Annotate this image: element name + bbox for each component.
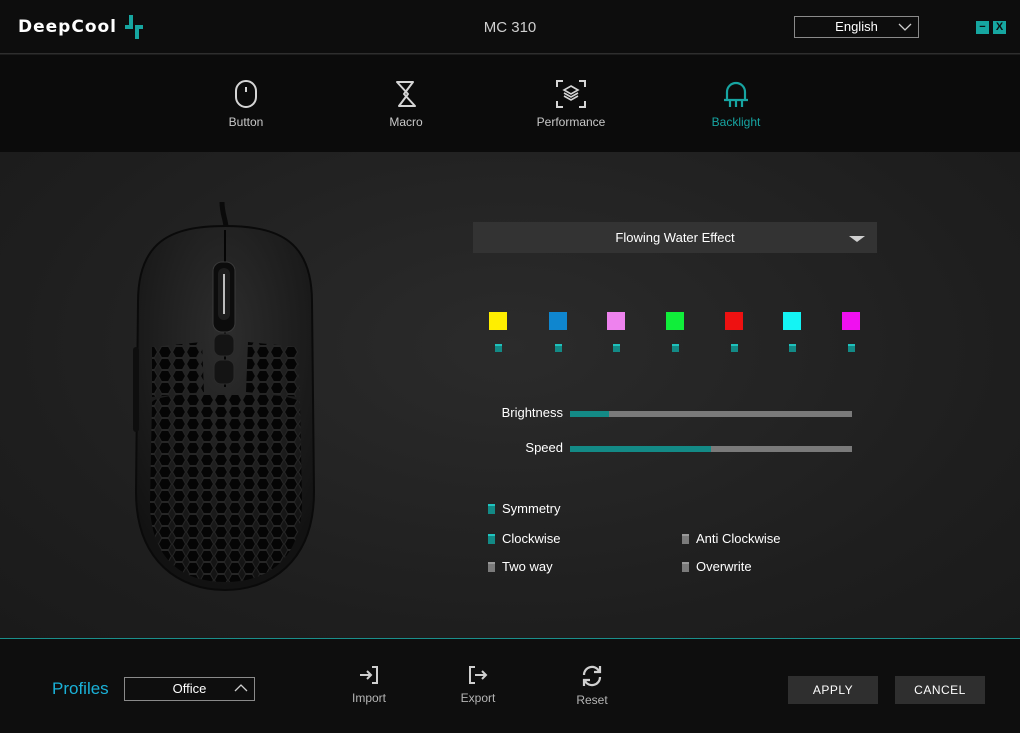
tab-backlight-label: Backlight — [711, 115, 761, 129]
overwrite-label: Overwrite — [696, 559, 752, 574]
export-icon — [469, 666, 488, 684]
import-button[interactable]: Import — [339, 665, 399, 705]
tab-macro-label: Macro — [389, 115, 423, 129]
profile-value: Office — [172, 681, 207, 696]
dropdown-arrow-icon — [849, 236, 865, 242]
color-swatch-7[interactable] — [842, 312, 860, 330]
tab-backlight[interactable]: Backlight — [676, 79, 796, 129]
profiles-label: Profiles — [52, 679, 109, 698]
performance-icon — [556, 80, 586, 108]
speed-fill — [570, 446, 711, 452]
color-swatch-2[interactable] — [549, 312, 567, 330]
apply-button[interactable]: APPLY — [788, 676, 878, 704]
language-value: English — [835, 19, 878, 34]
minimize-button[interactable]: − — [976, 21, 989, 34]
color-indicator-4[interactable] — [672, 344, 679, 352]
color-swatch-4[interactable] — [666, 312, 684, 330]
color-swatch-6[interactable] — [783, 312, 801, 330]
main-nav: Button Macro Performance Backlight — [0, 55, 1020, 152]
two-way-checkbox[interactable] — [488, 561, 495, 572]
speed-label: Speed — [525, 440, 563, 455]
bottom-bar: Profiles Office Import Export Reset APPL… — [0, 638, 1020, 733]
cancel-button[interactable]: CANCEL — [895, 676, 985, 704]
reset-icon — [582, 665, 602, 687]
color-swatch-1[interactable] — [489, 312, 507, 330]
anti-clockwise-option[interactable]: Anti Clockwise — [682, 531, 781, 546]
mouse-icon — [235, 80, 257, 108]
symmetry-checkbox[interactable] — [488, 503, 495, 514]
chevron-down-icon — [898, 23, 912, 31]
color-indicator-6[interactable] — [789, 344, 796, 352]
anti-clockwise-label: Anti Clockwise — [696, 531, 781, 546]
reset-label: Reset — [576, 693, 608, 707]
symmetry-option[interactable]: Symmetry — [488, 501, 561, 516]
title-bar: DeepCool MC 310 English − X — [0, 0, 1020, 54]
export-button[interactable]: Export — [448, 665, 508, 705]
language-select[interactable]: English — [794, 16, 919, 38]
speed-slider[interactable] — [570, 446, 852, 452]
brightness-label: Brightness — [501, 405, 563, 420]
color-indicator-7[interactable] — [848, 344, 855, 352]
clockwise-label: Clockwise — [502, 531, 561, 546]
color-indicator-5[interactable] — [731, 344, 738, 352]
color-swatch-3[interactable] — [607, 312, 625, 330]
color-indicator-3[interactable] — [613, 344, 620, 352]
macro-icon — [396, 81, 416, 107]
import-label: Import — [351, 691, 386, 705]
color-indicator-2[interactable] — [555, 344, 562, 352]
overwrite-option[interactable]: Overwrite — [682, 559, 752, 574]
chevron-up-icon — [234, 684, 248, 692]
close-button[interactable]: X — [993, 21, 1006, 34]
color-swatch-5[interactable] — [725, 312, 743, 330]
two-way-option[interactable]: Two way — [488, 559, 553, 574]
anti-clockwise-checkbox[interactable] — [682, 533, 689, 544]
profile-select[interactable]: Office — [124, 677, 255, 701]
two-way-label: Two way — [502, 559, 553, 574]
backlight-icon — [724, 81, 748, 107]
export-label: Export — [460, 691, 496, 705]
tab-button[interactable]: Button — [186, 79, 306, 129]
color-indicator-1[interactable] — [495, 344, 502, 352]
effect-value: Flowing Water Effect — [615, 230, 735, 245]
clockwise-option[interactable]: Clockwise — [488, 531, 561, 546]
brightness-slider[interactable] — [570, 411, 852, 417]
symmetry-label: Symmetry — [502, 501, 561, 516]
overwrite-checkbox[interactable] — [682, 561, 689, 572]
effect-select[interactable]: Flowing Water Effect — [473, 222, 877, 253]
mouse-image — [130, 201, 320, 592]
tab-performance-label: Performance — [536, 115, 606, 129]
tab-macro[interactable]: Macro — [346, 79, 466, 129]
import-icon — [360, 666, 378, 684]
tab-button-label: Button — [228, 115, 264, 129]
tab-performance[interactable]: Performance — [511, 79, 631, 129]
backlight-panel: Flowing Water Effect Brightness Speed Sy… — [0, 152, 1020, 638]
clockwise-checkbox[interactable] — [488, 533, 495, 544]
reset-button[interactable]: Reset — [562, 665, 622, 707]
brightness-fill — [570, 411, 610, 417]
